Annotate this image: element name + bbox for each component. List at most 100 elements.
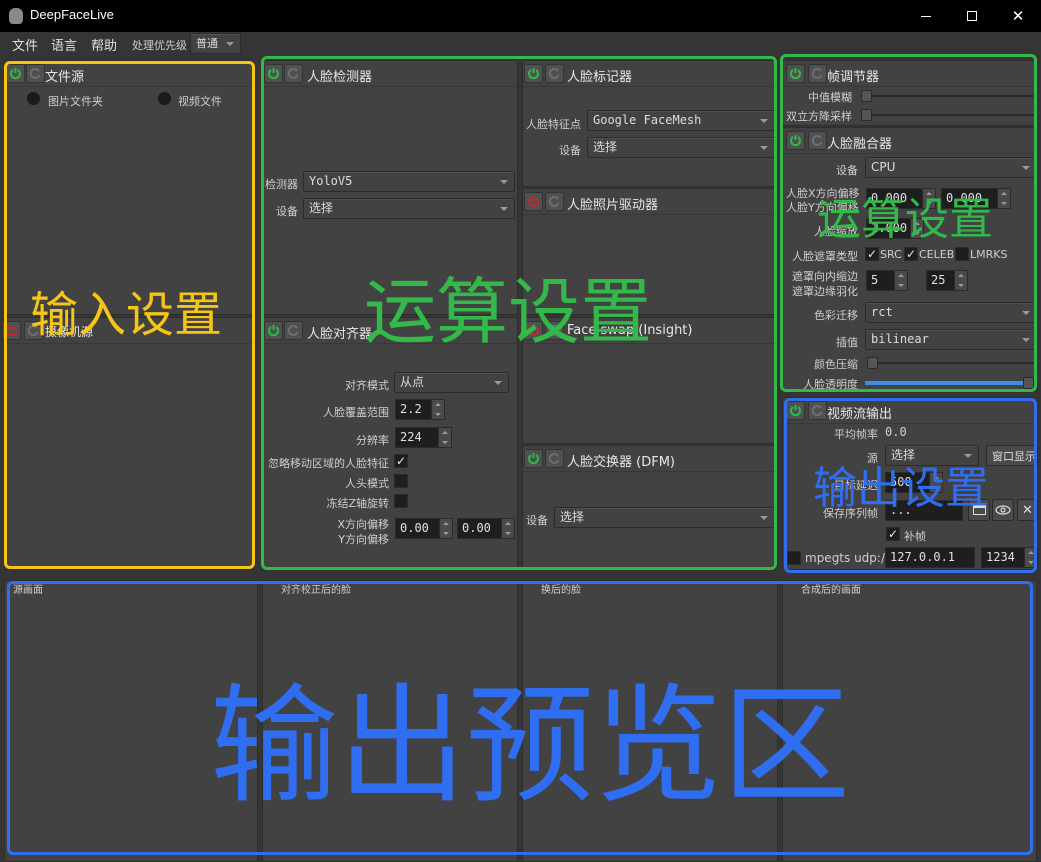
save-sequence-label: 保存序列帧: [823, 507, 878, 520]
resolution-spinbox[interactable]: 224: [395, 427, 452, 448]
priority-value: 普通: [196, 37, 218, 50]
reload-button[interactable]: [26, 64, 45, 83]
x-offset-spinbox[interactable]: 0.00: [395, 518, 453, 539]
source-select[interactable]: 选择: [885, 445, 979, 466]
x-offset-spinbox[interactable]: 0.000: [866, 188, 936, 209]
reload-button[interactable]: [808, 64, 827, 83]
color-transfer-select[interactable]: rct: [865, 302, 1037, 323]
menu-language[interactable]: 语言: [51, 35, 77, 54]
panel-title: 人脸融合器: [827, 137, 893, 152]
mask-lmrks-checkbox[interactable]: [955, 247, 969, 261]
reload-button[interactable]: [24, 321, 43, 340]
landmarks-value: Google FaceMesh: [593, 113, 702, 127]
radio-video-file[interactable]: [158, 92, 171, 105]
maximize-button[interactable]: [949, 0, 995, 32]
mask-src-checkbox[interactable]: ✓: [865, 247, 879, 261]
mpegts-checkbox[interactable]: [787, 551, 801, 565]
menu-help[interactable]: 帮助: [91, 35, 117, 54]
freeze-z-checkbox[interactable]: [394, 494, 408, 508]
interpolation-select[interactable]: bilinear: [865, 329, 1037, 350]
detector-select[interactable]: YoloV5: [303, 171, 515, 192]
power-button[interactable]: [264, 64, 283, 83]
fill-frame-checkbox[interactable]: ✓: [886, 527, 900, 541]
mask-celeb-checkbox[interactable]: ✓: [904, 247, 918, 261]
power-button[interactable]: [786, 401, 805, 420]
align-mode-select[interactable]: 从点: [394, 372, 509, 393]
bilateral-slider[interactable]: [861, 109, 1036, 121]
median-blur-slider[interactable]: [861, 90, 1036, 102]
priority-select[interactable]: 普通: [190, 33, 241, 54]
maximize-icon: [967, 11, 977, 21]
slider-handle[interactable]: [861, 90, 872, 102]
erode-label: 遮罩向内缩边: [792, 270, 858, 283]
power-button[interactable]: [2, 321, 21, 340]
clear-path-button[interactable]: ✕: [1017, 499, 1038, 521]
spin-arrows-icon[interactable]: [438, 428, 451, 447]
panel-title: 人脸交换器 (DFM): [567, 455, 675, 470]
exclude-moving-checkbox[interactable]: ✓: [394, 454, 408, 468]
port-spinbox[interactable]: 1234: [981, 547, 1038, 568]
reload-button[interactable]: [545, 192, 564, 211]
opacity-slider[interactable]: [865, 377, 1034, 389]
spin-arrows-icon[interactable]: [929, 473, 942, 492]
spin-arrows-icon[interactable]: [894, 271, 907, 290]
power-button[interactable]: [524, 64, 543, 83]
reload-button[interactable]: [284, 64, 303, 83]
device-value: 选择: [309, 201, 334, 215]
chevron-down-icon: [760, 515, 768, 520]
slider-handle[interactable]: [861, 109, 872, 121]
spin-arrows-icon[interactable]: [431, 400, 444, 419]
interpolation-label: 插值: [836, 336, 858, 349]
radio-image-folder[interactable]: [27, 92, 40, 105]
reload-button[interactable]: [284, 321, 303, 340]
device-select[interactable]: CPU: [865, 157, 1037, 178]
face-coverage-spinbox[interactable]: 2.2: [395, 399, 445, 420]
reveal-button[interactable]: [992, 499, 1014, 521]
window-display-button[interactable]: 窗口显示: [986, 445, 1038, 466]
spin-arrows-icon[interactable]: [922, 189, 935, 208]
power-button[interactable]: [524, 192, 543, 211]
power-button[interactable]: [264, 321, 283, 340]
port-value: 1234: [986, 550, 1015, 564]
spin-arrows-icon[interactable]: [954, 271, 967, 290]
reload-button[interactable]: [545, 449, 564, 468]
fill-frame-label: 补帧: [904, 530, 926, 543]
slider-handle[interactable]: [1023, 377, 1034, 389]
blur-label: 遮罩边缘羽化: [792, 285, 858, 298]
address-input[interactable]: 127.0.0.1: [885, 547, 975, 568]
target-delay-spinbox[interactable]: 500: [885, 472, 943, 493]
minimize-button[interactable]: [903, 0, 949, 32]
landmarks-select[interactable]: Google FaceMesh: [587, 110, 775, 131]
menu-bar: 文件 语言 帮助 处理优先级 普通: [0, 32, 1041, 56]
power-button[interactable]: [524, 449, 543, 468]
reload-button[interactable]: [808, 401, 827, 420]
priority-label: 处理优先级: [132, 39, 187, 52]
power-button[interactable]: [786, 64, 805, 83]
reload-button[interactable]: [808, 131, 827, 150]
device-select[interactable]: 选择: [587, 137, 775, 158]
open-folder-button[interactable]: [968, 499, 990, 521]
reload-button[interactable]: [545, 64, 564, 83]
y-offset-spinbox[interactable]: 0.000: [941, 188, 1011, 209]
spin-arrows-icon[interactable]: [501, 519, 514, 538]
head-mode-checkbox[interactable]: [394, 474, 408, 488]
close-button[interactable]: ✕: [995, 0, 1041, 32]
scale-spinbox[interactable]: 1.000: [866, 218, 924, 239]
blur-spinbox[interactable]: 25: [926, 270, 968, 291]
erode-spinbox[interactable]: 5: [866, 270, 908, 291]
slider-handle[interactable]: [867, 357, 878, 369]
spin-arrows-icon[interactable]: [997, 189, 1010, 208]
device-select[interactable]: 选择: [554, 507, 775, 528]
device-select[interactable]: 选择: [303, 198, 515, 219]
menu-file[interactable]: 文件: [12, 35, 38, 54]
y-offset-spinbox[interactable]: 0.00: [457, 518, 515, 539]
spin-arrows-icon[interactable]: [439, 519, 452, 538]
spin-arrows-icon[interactable]: [910, 219, 923, 238]
color-compression-slider[interactable]: [867, 357, 1036, 369]
power-button[interactable]: [6, 64, 25, 83]
reload-button[interactable]: [545, 321, 564, 340]
spin-arrows-icon[interactable]: [1024, 548, 1037, 567]
save-path-input[interactable]: ...: [885, 500, 963, 521]
power-button[interactable]: [786, 131, 805, 150]
power-button[interactable]: [524, 321, 543, 340]
